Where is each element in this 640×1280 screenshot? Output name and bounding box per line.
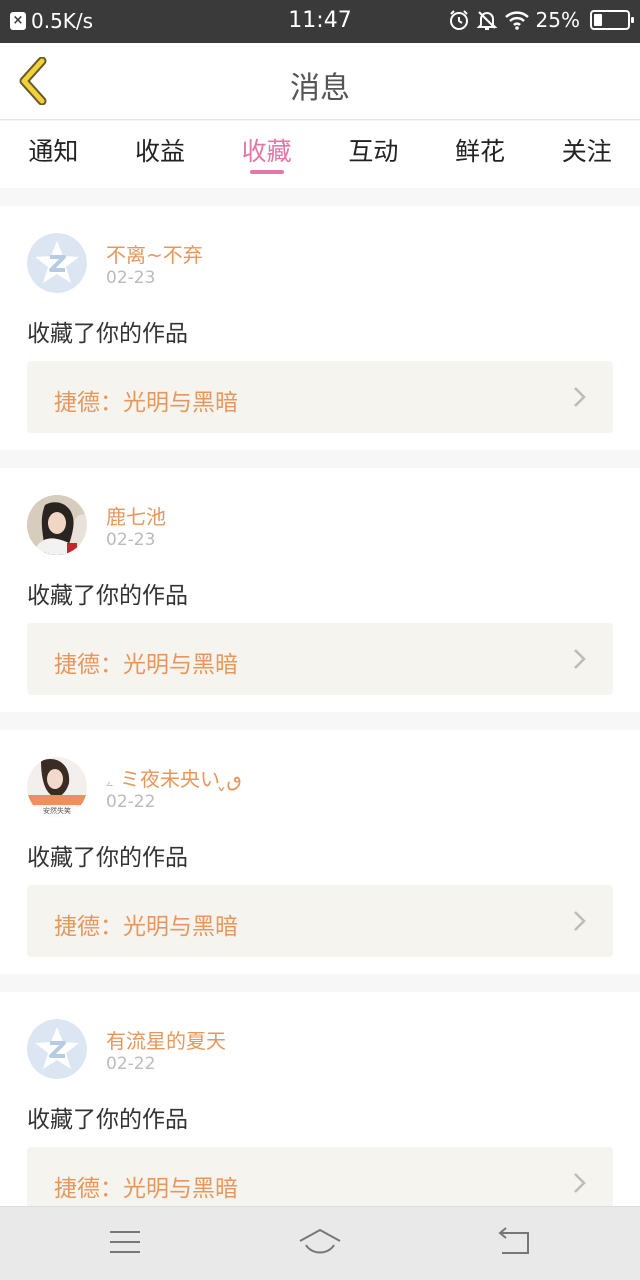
- photo-avatar-girl-icon: [27, 495, 87, 555]
- work-link[interactable]: 捷德：光明与黑暗: [27, 623, 613, 695]
- tab-flowers[interactable]: 鲜花: [427, 121, 534, 188]
- list-item: 有流星的夏天 02-22 收藏了你的作品 捷德：光明与黑暗: [0, 992, 640, 1236]
- tab-follow[interactable]: 关注: [533, 121, 640, 188]
- avatar[interactable]: [27, 495, 87, 555]
- tab-notice[interactable]: 通知: [0, 121, 107, 188]
- chevron-right-icon: [574, 1173, 586, 1193]
- item-date: 02-22: [106, 1054, 156, 1074]
- action-text: 收藏了你的作品: [27, 845, 188, 871]
- action-text: 收藏了你的作品: [27, 321, 188, 347]
- menu-icon: [110, 1231, 140, 1253]
- avatar[interactable]: [27, 1019, 87, 1079]
- tab-bar: 通知 收益 收藏 互动 鲜花 关注: [0, 121, 640, 188]
- list-item: 不离~不弃 02-23 收藏了你的作品 捷德：光明与黑暗: [0, 206, 640, 450]
- chevron-right-icon: [574, 649, 586, 669]
- battery-percent: 25%: [535, 8, 580, 32]
- chevron-right-icon: [574, 387, 586, 407]
- item-date: 02-22: [106, 792, 156, 812]
- tab-favorites[interactable]: 收藏: [213, 121, 320, 188]
- menu-button[interactable]: [108, 1227, 142, 1261]
- action-text: 收藏了你的作品: [27, 583, 188, 609]
- wifi-icon: [504, 9, 530, 31]
- back-icon: [498, 1227, 529, 1254]
- header: 消息: [0, 43, 640, 120]
- user-name[interactable]: 有流星的夏天: [106, 1025, 226, 1054]
- status-right: 25%: [448, 8, 634, 32]
- qq-default-avatar-icon: [27, 1019, 87, 1079]
- work-title: 捷德：光明与黑暗: [54, 1176, 238, 1202]
- work-title: 捷德：光明与黑暗: [54, 390, 238, 416]
- work-title: 捷德：光明与黑暗: [54, 652, 238, 678]
- avatar[interactable]: [27, 233, 87, 293]
- user-name[interactable]: 不离~不弃: [106, 239, 203, 268]
- status-bar: × 0.5K/s 11:47 25%: [0, 0, 640, 43]
- work-title: 捷德：光明与黑暗: [54, 914, 238, 940]
- home-button[interactable]: [298, 1227, 342, 1263]
- action-text: 收藏了你的作品: [27, 1107, 188, 1133]
- bell-off-icon: [476, 9, 498, 31]
- tab-interaction[interactable]: 互动: [320, 121, 427, 188]
- item-date: 02-23: [106, 268, 156, 288]
- avatar-sticker-text: 安然失笑: [43, 806, 71, 815]
- user-name[interactable]: 鹿七池: [106, 501, 166, 530]
- back-nav-button[interactable]: [496, 1227, 532, 1261]
- list-item: 安然失笑 ۦ ミ夜未央い ̬ٯ 02-22 收藏了你的作品 捷德：光明与黑暗: [0, 730, 640, 974]
- favorites-list: 不离~不弃 02-23 收藏了你的作品 捷德：光明与黑暗 鹿七池 02-23 收…: [0, 206, 640, 1254]
- alarm-icon: [448, 9, 470, 31]
- item-date: 02-23: [106, 530, 156, 550]
- home-icon: [299, 1228, 341, 1254]
- back-button[interactable]: [14, 56, 54, 106]
- qq-default-avatar-icon: [27, 233, 87, 293]
- photo-avatar-sticker-icon: 安然失笑: [27, 757, 87, 817]
- battery-icon: [590, 10, 634, 30]
- work-link[interactable]: 捷德：光明与黑暗: [27, 885, 613, 957]
- user-name[interactable]: ۦ ミ夜未央い ̬ٯ: [106, 763, 242, 792]
- page-title: 消息: [290, 71, 350, 106]
- tab-earnings[interactable]: 收益: [107, 121, 214, 188]
- chevron-right-icon: [574, 911, 586, 931]
- chevron-left-icon: [19, 56, 47, 106]
- avatar[interactable]: 安然失笑: [27, 757, 87, 817]
- system-nav-bar: [0, 1206, 640, 1280]
- battery-fill: [594, 14, 602, 26]
- work-link[interactable]: 捷德：光明与黑暗: [27, 361, 613, 433]
- list-item: 鹿七池 02-23 收藏了你的作品 捷德：光明与黑暗: [0, 468, 640, 712]
